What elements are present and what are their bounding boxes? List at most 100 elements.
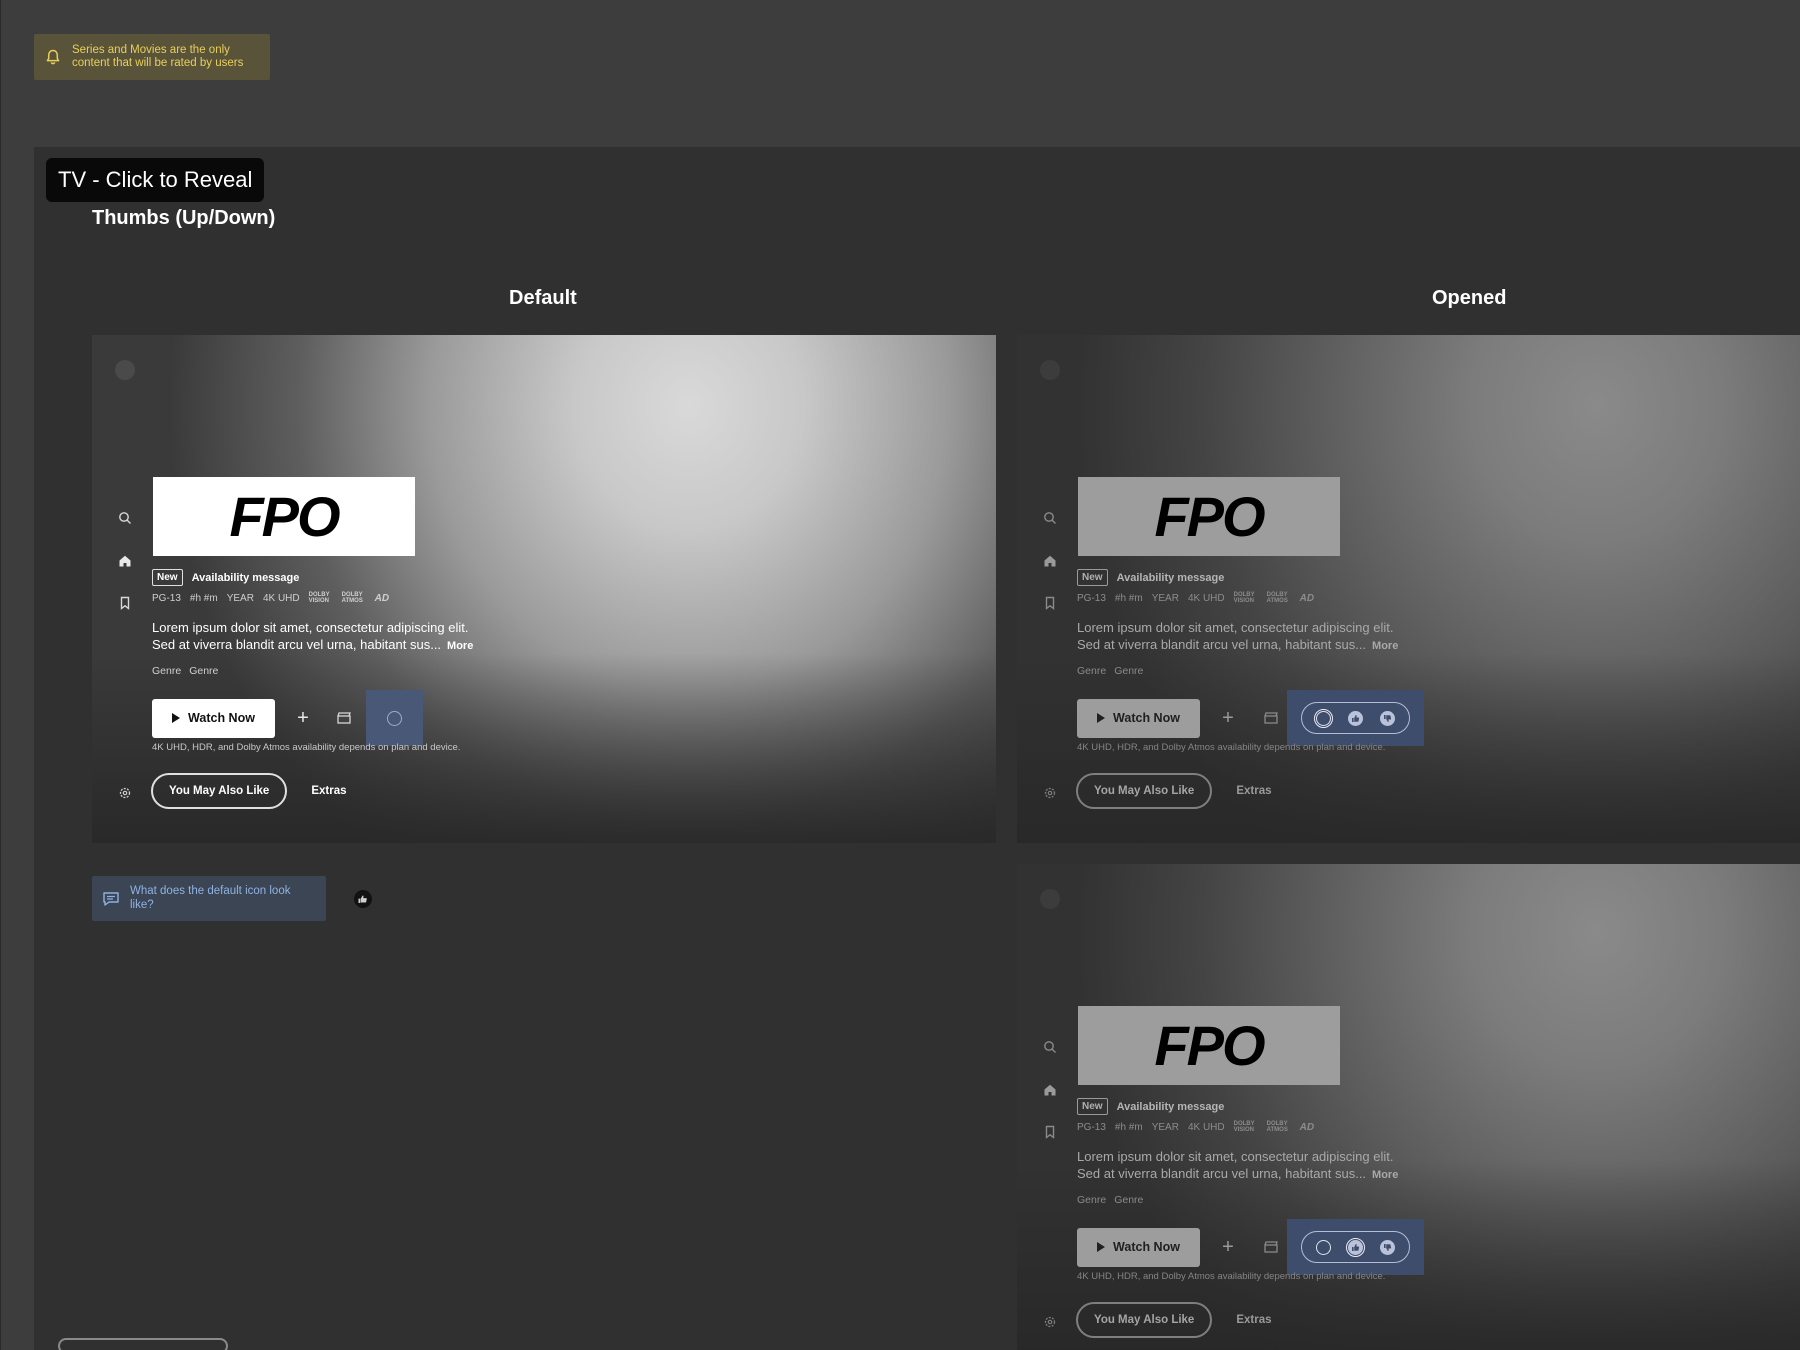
title-logo: FPO bbox=[1078, 477, 1340, 556]
left-edge bbox=[0, 0, 1, 1350]
play-icon bbox=[1097, 1242, 1106, 1252]
genre-list: Genre Genre bbox=[152, 665, 218, 677]
add-to-watchlist-button[interactable]: + bbox=[1217, 707, 1239, 729]
search-icon[interactable] bbox=[118, 511, 132, 525]
column-label-opened: Opened bbox=[1432, 287, 1507, 309]
design-comment[interactable]: What does the default icon look like? bbox=[92, 876, 326, 921]
year: YEAR bbox=[1151, 1121, 1179, 1133]
extras-tab[interactable]: Extras bbox=[1236, 1314, 1271, 1326]
thumbs-up-icon[interactable] bbox=[1347, 710, 1363, 726]
availability-disclaimer: 4K UHD, HDR, and Dolby Atmos availabilit… bbox=[1077, 1271, 1386, 1282]
gear-icon[interactable] bbox=[1043, 786, 1057, 800]
clapperboard-icon[interactable] bbox=[1263, 711, 1279, 725]
horizontal-scrollbar[interactable] bbox=[58, 1338, 228, 1350]
bottom-tabs: You May Also Like Extras bbox=[1076, 773, 1272, 809]
home-icon[interactable] bbox=[1043, 554, 1057, 568]
quality: 4K UHD bbox=[262, 592, 300, 604]
details-card-opened-thumbs-up: FPO New Availability message PG-13 #h #m… bbox=[1017, 864, 1800, 1350]
title-logo: FPO bbox=[153, 477, 415, 556]
you-may-also-like-tab[interactable]: You May Also Like bbox=[1076, 773, 1213, 809]
action-row: Watch Now + bbox=[152, 690, 423, 746]
clapperboard-icon[interactable] bbox=[336, 711, 352, 725]
extras-tab[interactable]: Extras bbox=[1236, 785, 1271, 797]
add-to-watchlist-button[interactable]: + bbox=[292, 707, 314, 729]
availability-message: Availability message bbox=[191, 571, 300, 584]
thumbs-up-icon[interactable] bbox=[1345, 1237, 1365, 1257]
add-to-watchlist-button[interactable]: + bbox=[1217, 1236, 1239, 1258]
bookmark-icon[interactable] bbox=[118, 596, 132, 610]
home-icon[interactable] bbox=[1043, 1083, 1057, 1097]
frame-title[interactable]: TV - Click to Reveal bbox=[46, 158, 265, 202]
gear-icon[interactable] bbox=[1043, 1315, 1057, 1329]
thumbs-down-icon[interactable] bbox=[1379, 1239, 1395, 1255]
description: Lorem ipsum dolor sit amet, consectetur … bbox=[1077, 1148, 1398, 1184]
dolby-atmos-logo: DOLBY ATMOS bbox=[1266, 592, 1288, 604]
rating-button-focused[interactable] bbox=[366, 690, 423, 746]
audio-description-logo: AD bbox=[1299, 592, 1315, 604]
search-icon[interactable] bbox=[1043, 1040, 1057, 1054]
logo-text: FPO bbox=[1154, 1014, 1265, 1077]
availability-disclaimer: 4K UHD, HDR, and Dolby Atmos availabilit… bbox=[1077, 742, 1386, 753]
bottom-tabs: You May Also Like Extras bbox=[1076, 1302, 1272, 1338]
watch-now-label: Watch Now bbox=[1113, 711, 1180, 725]
description-line-1: Lorem ipsum dolor sit amet, consectetur … bbox=[152, 620, 469, 635]
you-may-also-like-tab[interactable]: You May Also Like bbox=[151, 773, 288, 809]
details-card-opened: FPO New Availability message PG-13 #h #m… bbox=[1017, 335, 1800, 843]
description-line-1: Lorem ipsum dolor sit amet, consectetur … bbox=[1077, 620, 1394, 635]
more-link[interactable]: More bbox=[447, 640, 473, 652]
quality: 4K UHD bbox=[1187, 592, 1225, 604]
you-may-also-like-tab[interactable]: You May Also Like bbox=[1076, 1302, 1213, 1338]
logo-text: FPO bbox=[229, 485, 340, 548]
description: Lorem ipsum dolor sit amet, consectetur … bbox=[152, 619, 473, 655]
dolby-vision-logo: DOLBY VISION bbox=[1233, 1121, 1255, 1133]
comment-text: What does the default icon look like? bbox=[130, 885, 290, 912]
thumbs-rating-pill bbox=[1301, 702, 1410, 734]
new-badge: New bbox=[1077, 569, 1108, 586]
metadata-row: PG-13 #h #m YEAR 4K UHD DOLBY VISION DOLB… bbox=[152, 592, 389, 604]
year: YEAR bbox=[1151, 592, 1179, 604]
action-row: Watch Now + bbox=[1077, 1219, 1424, 1275]
no-rating-option[interactable] bbox=[1316, 1239, 1332, 1255]
clapperboard-icon[interactable] bbox=[1263, 1240, 1279, 1254]
bell-icon bbox=[44, 48, 62, 66]
genre-tag: Genre bbox=[189, 665, 219, 677]
bookmark-icon[interactable] bbox=[1043, 1125, 1057, 1139]
genre-list: Genre Genre bbox=[1077, 1194, 1143, 1206]
frame-subtitle: Thumbs (Up/Down) bbox=[92, 207, 276, 229]
availability-disclaimer: 4K UHD, HDR, and Dolby Atmos availabilit… bbox=[152, 742, 461, 753]
genre-tag: Genre bbox=[1114, 665, 1144, 677]
thumbs-down-icon[interactable] bbox=[1379, 710, 1395, 726]
logo-text: FPO bbox=[1154, 485, 1265, 548]
metadata-row: PG-13 #h #m YEAR 4K UHD DOLBY VISION DOLB… bbox=[1077, 1121, 1314, 1133]
metadata-row: PG-13 #h #m YEAR 4K UHD DOLBY VISION DOLB… bbox=[1077, 592, 1314, 604]
profile-avatar[interactable] bbox=[115, 360, 135, 380]
description: Lorem ipsum dolor sit amet, consectetur … bbox=[1077, 619, 1398, 655]
rating-selector-opened bbox=[1287, 1219, 1424, 1275]
comment-line-1: What does the default icon look bbox=[130, 885, 291, 897]
no-rating-option[interactable] bbox=[1314, 708, 1334, 728]
comment-line-2: like? bbox=[130, 898, 154, 911]
audio-description-logo: AD bbox=[1299, 1121, 1315, 1133]
watch-now-button[interactable]: Watch Now bbox=[1077, 698, 1200, 738]
dolby-atmos-logo: DOLBY ATMOS bbox=[1266, 1121, 1288, 1133]
extras-tab[interactable]: Extras bbox=[311, 785, 346, 797]
thumbs-rating-pill bbox=[1301, 1231, 1410, 1263]
play-icon bbox=[1097, 713, 1106, 723]
watch-now-button[interactable]: Watch Now bbox=[1077, 1227, 1200, 1267]
home-icon[interactable] bbox=[118, 554, 132, 568]
description-line-2: Sed at viverra blandit arcu vel urna, ha… bbox=[152, 637, 442, 652]
description-line-1: Lorem ipsum dolor sit amet, consectetur … bbox=[1077, 1149, 1394, 1164]
gear-icon[interactable] bbox=[118, 786, 132, 800]
availability-row: New Availability message bbox=[1077, 569, 1224, 586]
dolby-atmos-logo: DOLBY ATMOS bbox=[341, 592, 363, 604]
search-icon[interactable] bbox=[1043, 511, 1057, 525]
more-link[interactable]: More bbox=[1372, 640, 1398, 652]
profile-avatar[interactable] bbox=[1040, 889, 1060, 909]
watch-now-label: Watch Now bbox=[188, 711, 255, 725]
new-badge: New bbox=[152, 569, 183, 586]
profile-avatar[interactable] bbox=[1040, 360, 1060, 380]
more-link[interactable]: More bbox=[1372, 1169, 1398, 1181]
bookmark-icon[interactable] bbox=[1043, 596, 1057, 610]
details-card-default: FPO New Availability message PG-13 #h #m… bbox=[92, 335, 996, 843]
watch-now-button[interactable]: Watch Now bbox=[152, 698, 275, 738]
